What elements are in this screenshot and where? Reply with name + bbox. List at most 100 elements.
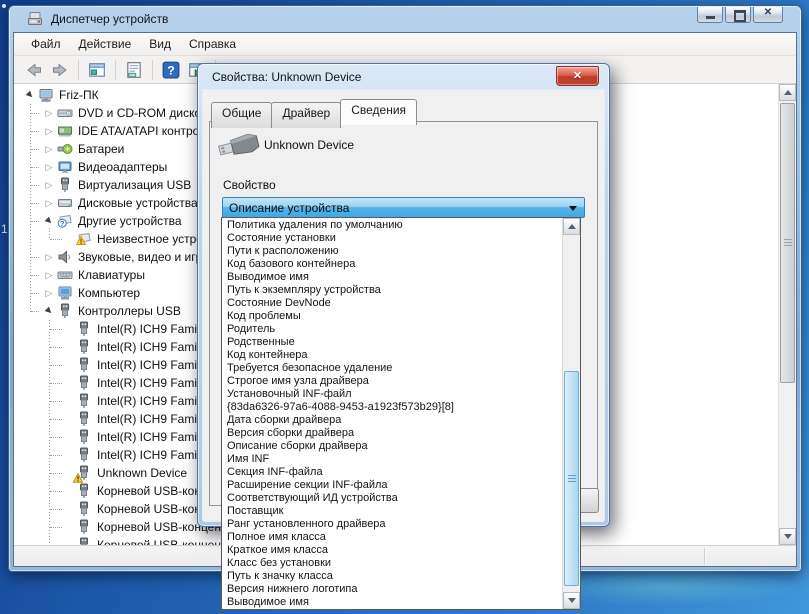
expander-collapsed-icon[interactable]: ▷ bbox=[41, 249, 57, 265]
menu-item-view[interactable]: Вид bbox=[140, 35, 180, 53]
keyboard-icon bbox=[57, 267, 74, 283]
scroll-up-button[interactable] bbox=[779, 84, 796, 101]
tab-driver[interactable]: Драйвер bbox=[271, 102, 341, 128]
property-option[interactable]: Соответствующий ИД устройства bbox=[222, 492, 563, 505]
usb-plug-icon bbox=[57, 303, 74, 319]
scrollbar-thumb[interactable] bbox=[564, 371, 579, 586]
device-manager-app-icon bbox=[27, 11, 43, 27]
property-option[interactable]: Расширение секции INF-файла bbox=[222, 479, 563, 492]
expander-collapsed-icon[interactable]: ▷ bbox=[41, 285, 57, 301]
scroll-down-button[interactable] bbox=[779, 528, 796, 545]
scroll-up-button[interactable] bbox=[563, 218, 580, 235]
menu-item-help[interactable]: Справка bbox=[180, 35, 245, 53]
caption-buttons bbox=[697, 7, 783, 23]
toolbar-separator bbox=[152, 60, 153, 80]
tab-general[interactable]: Общие bbox=[211, 102, 272, 128]
property-option[interactable]: Установочный INF-файл bbox=[222, 388, 563, 401]
expander-collapsed-icon[interactable]: ▷ bbox=[41, 267, 57, 283]
svg-text:!: ! bbox=[80, 239, 82, 246]
property-option[interactable]: {83da6326-97a6-4088-9453-a1923f573b29}[8… bbox=[222, 401, 563, 414]
property-option[interactable]: Выводимое имя bbox=[222, 596, 563, 609]
minimize-button[interactable] bbox=[697, 7, 723, 23]
property-option[interactable]: Код проблемы bbox=[222, 310, 563, 323]
property-option[interactable]: Класс без установки bbox=[222, 557, 563, 570]
device-name: Unknown Device bbox=[264, 138, 354, 152]
property-option[interactable]: Политика удаления по умолчанию bbox=[222, 219, 563, 232]
property-option[interactable]: Секция INF-файла bbox=[222, 466, 563, 479]
svg-text:?: ? bbox=[167, 63, 175, 77]
desktop: { "desktop": { "stray_label": "1" }, "co… bbox=[0, 0, 809, 614]
tree-item-label: Другие устройства bbox=[78, 214, 182, 228]
video-adapter-icon bbox=[57, 159, 74, 175]
scrollbar-thumb[interactable] bbox=[780, 103, 795, 383]
maximize-button[interactable] bbox=[725, 7, 751, 23]
property-option[interactable]: Версия нижнего логотипа bbox=[222, 583, 563, 596]
property-label: Свойство bbox=[223, 178, 276, 192]
show-window-button[interactable] bbox=[85, 59, 109, 81]
back-arrow-button[interactable] bbox=[22, 59, 46, 81]
window-titlebar[interactable]: Диспетчер устройств bbox=[9, 6, 801, 32]
property-option[interactable]: Описание сборки драйвера bbox=[222, 440, 563, 453]
usb-plug-icon bbox=[76, 483, 93, 499]
ide-controller-icon bbox=[57, 123, 74, 139]
cdrom-drive-icon bbox=[57, 105, 74, 121]
scroll-down-button[interactable] bbox=[563, 592, 580, 609]
toolbar-separator bbox=[78, 60, 79, 80]
help-button[interactable]: ? bbox=[159, 59, 183, 81]
dropdown-options: Политика удаления по умолчаниюСостояние … bbox=[222, 219, 563, 609]
property-option[interactable]: Требуется безопасное удаление bbox=[222, 362, 563, 375]
property-option[interactable]: Выводимое имя bbox=[222, 271, 563, 284]
expander-collapsed-icon[interactable]: ▷ bbox=[41, 195, 57, 211]
property-option[interactable]: Пути к расположению bbox=[222, 245, 563, 258]
dialog-close-button[interactable] bbox=[556, 66, 599, 86]
property-option[interactable]: Краткое имя класса bbox=[222, 544, 563, 557]
usb-plug-icon bbox=[76, 411, 93, 427]
property-option[interactable]: Строгое имя узла драйвера bbox=[222, 375, 563, 388]
property-option[interactable]: Код контейнера bbox=[222, 349, 563, 362]
tree-item-label: Intel(R) ICH9 Famil bbox=[97, 412, 200, 426]
forward-arrow-icon bbox=[51, 61, 69, 79]
tree-item-label: Батареи bbox=[78, 142, 124, 156]
usb-device-icon bbox=[218, 130, 262, 160]
properties-button[interactable] bbox=[122, 59, 146, 81]
expander-collapsed-icon[interactable]: ▷ bbox=[41, 123, 57, 139]
property-option[interactable]: Код базового контейнера bbox=[222, 258, 563, 271]
menu-item-action[interactable]: Действие bbox=[70, 35, 141, 53]
property-option[interactable]: Путь к экземпляру устройства bbox=[222, 284, 563, 297]
dropdown-scrollbar[interactable] bbox=[562, 218, 580, 609]
expander-collapsed-icon[interactable]: ▷ bbox=[41, 159, 57, 175]
property-option[interactable]: Поставщик bbox=[222, 505, 563, 518]
property-option[interactable]: Путь к значку класса bbox=[222, 570, 563, 583]
tree-item-label: Intel(R) ICH9 Famil bbox=[97, 394, 200, 408]
tree-item-label: Виртуализация USB bbox=[78, 178, 191, 192]
expander-collapsed-icon[interactable]: ▷ bbox=[41, 141, 57, 157]
arrow-down-icon bbox=[568, 598, 576, 603]
property-option[interactable]: Дата сборки драйвера bbox=[222, 414, 563, 427]
dialog-title: Свойства: Unknown Device bbox=[212, 70, 361, 84]
minimize-icon bbox=[706, 16, 715, 19]
tree-item-label: Intel(R) ICH9 Famil bbox=[97, 430, 200, 444]
tree-item-label: Unknown Device bbox=[97, 466, 187, 480]
tree-scrollbar[interactable] bbox=[778, 84, 796, 545]
desktop-artifact-dot bbox=[2, 4, 6, 8]
close-button[interactable] bbox=[753, 7, 783, 23]
property-dropdown-list: Политика удаления по умолчаниюСостояние … bbox=[221, 217, 581, 610]
battery-icon bbox=[57, 141, 74, 157]
property-option[interactable]: Версия сборки драйвера bbox=[222, 427, 563, 440]
usb-plug-icon bbox=[57, 177, 74, 193]
expander-collapsed-icon[interactable]: ▷ bbox=[41, 177, 57, 193]
property-combobox[interactable]: Описание устройства bbox=[222, 197, 585, 218]
usb-plug-icon bbox=[76, 321, 93, 337]
property-option[interactable]: Имя INF bbox=[222, 453, 563, 466]
forward-arrow-button[interactable] bbox=[48, 59, 72, 81]
property-option[interactable]: Состояние DevNode bbox=[222, 297, 563, 310]
property-option[interactable]: Родитель bbox=[222, 323, 563, 336]
menu-item-file[interactable]: Файл bbox=[22, 35, 70, 53]
property-option[interactable]: Полное имя класса bbox=[222, 531, 563, 544]
svg-text:?: ? bbox=[60, 219, 65, 228]
property-option[interactable]: Ранг установленного драйвера bbox=[222, 518, 563, 531]
expander-collapsed-icon[interactable]: ▷ bbox=[41, 105, 57, 121]
tab-details[interactable]: Сведения bbox=[340, 99, 417, 125]
property-option[interactable]: Состояние установки bbox=[222, 232, 563, 245]
property-option[interactable]: Родственные bbox=[222, 336, 563, 349]
